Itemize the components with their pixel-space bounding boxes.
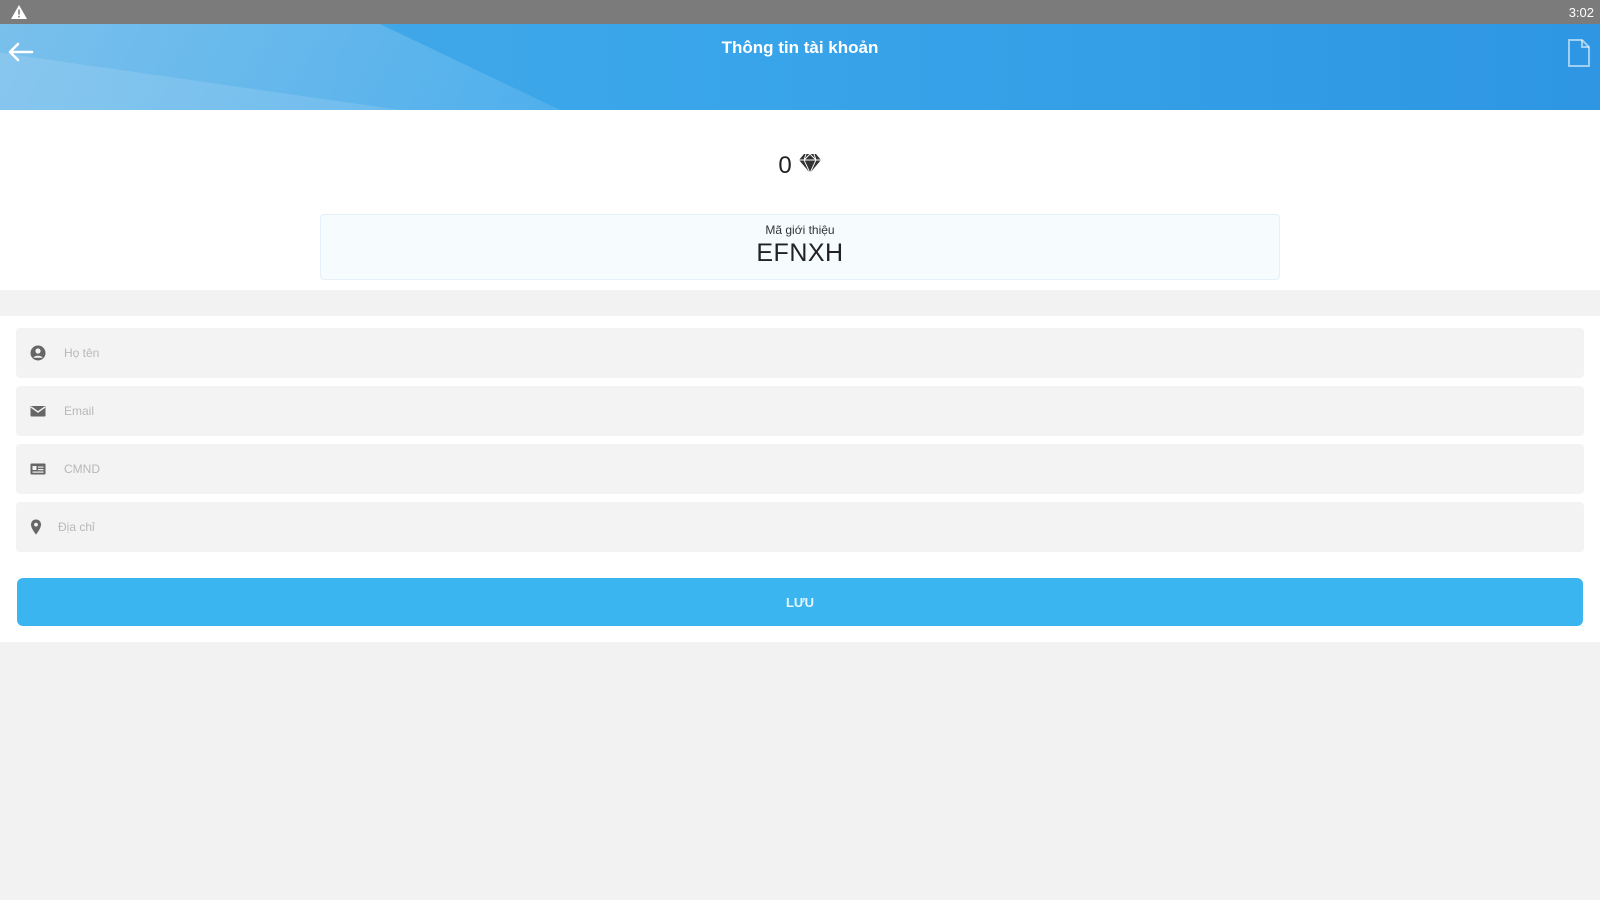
save-button[interactable]: LƯU — [17, 578, 1583, 626]
referral-code-box: Mã giới thiệu EFNXH — [320, 214, 1280, 280]
full-name-input[interactable] — [64, 328, 1564, 378]
status-bar: 3:02 — [0, 0, 1600, 24]
points-value: 0 — [778, 152, 792, 179]
profile-form: LƯU — [0, 316, 1600, 642]
status-clock: 3:02 — [1568, 5, 1594, 20]
diamond-icon — [798, 153, 821, 174]
document-icon[interactable] — [1566, 38, 1592, 68]
page-title: Thông tin tài khoản — [721, 38, 879, 57]
id-number-input[interactable] — [64, 444, 1564, 494]
referral-label: Mã giới thiệu — [765, 223, 835, 237]
points-display: 0 — [0, 152, 1600, 180]
address-input[interactable] — [58, 502, 1558, 552]
account-summary: 0 Mã giới thiệu EFNXH — [0, 110, 1600, 290]
referral-code: EFNXH — [756, 239, 844, 267]
full-name-field[interactable] — [16, 328, 1584, 378]
warning-triangle-icon — [11, 5, 27, 19]
location-pin-icon — [31, 519, 41, 535]
person-icon — [30, 345, 46, 361]
email-input[interactable] — [64, 386, 1564, 436]
id-number-field[interactable] — [16, 444, 1584, 494]
id-card-icon — [30, 463, 46, 475]
email-field[interactable] — [16, 386, 1584, 436]
app-bar: Thông tin tài khoản — [0, 24, 1600, 110]
address-field[interactable] — [16, 502, 1584, 552]
email-icon — [30, 406, 46, 417]
